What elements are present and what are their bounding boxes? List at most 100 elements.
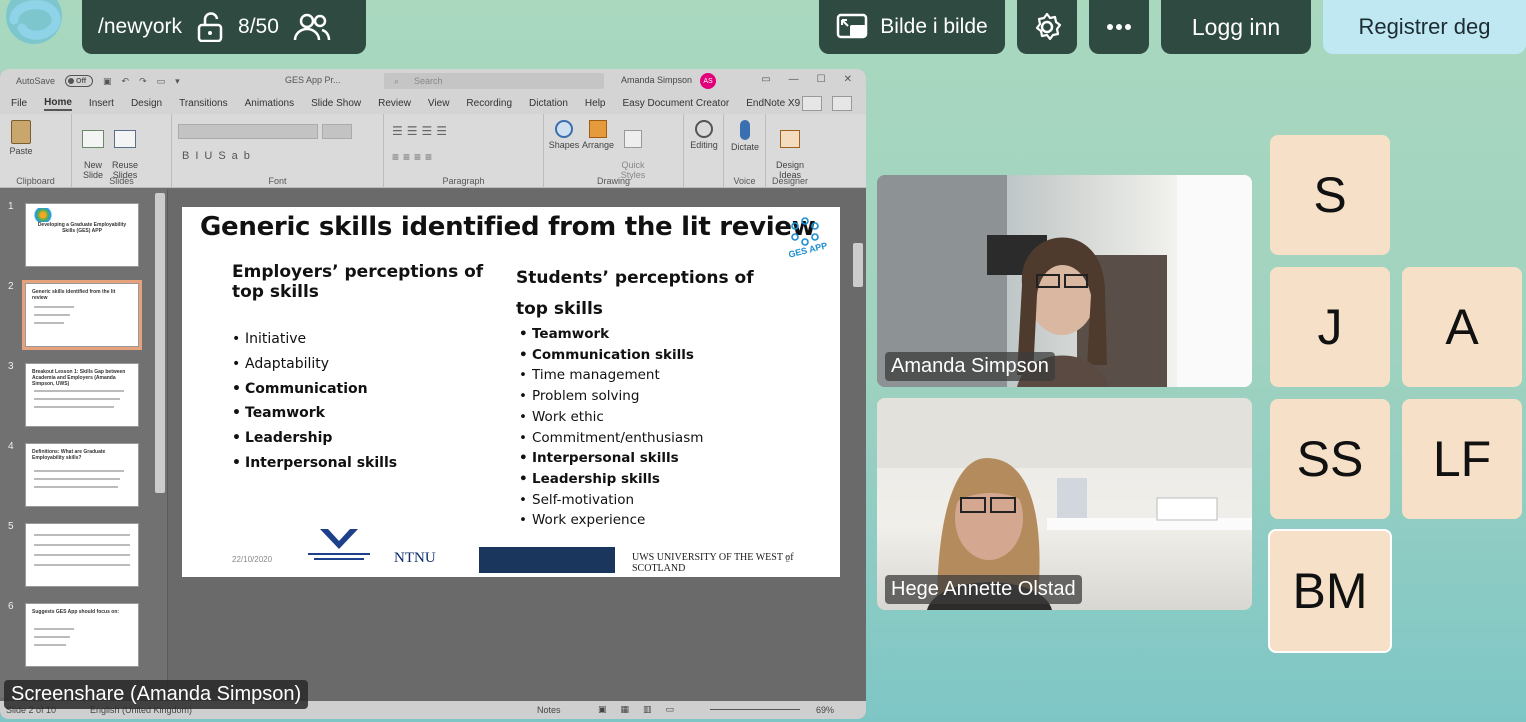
list-item: Leadership xyxy=(232,426,397,451)
pip-icon xyxy=(837,13,868,39)
thumb-text-line xyxy=(34,398,120,400)
present-icon[interactable]: ▭ xyxy=(157,76,166,87)
ribbon-group-editing: Editing xyxy=(684,114,724,188)
thumb-number: 3 xyxy=(8,361,14,372)
avatar-tile-ss[interactable]: SS xyxy=(1270,399,1390,519)
avatar-tile-a[interactable]: A xyxy=(1402,267,1522,387)
minimize-icon[interactable]: — xyxy=(789,74,799,85)
thumb-title: Generic skills identified from the lit r… xyxy=(32,289,116,301)
avatar-tile-bm[interactable]: BM xyxy=(1268,529,1392,653)
shapes-button[interactable]: Shapes xyxy=(548,120,580,150)
view-mode-icons[interactable]: ▣▦▥▭ xyxy=(598,704,688,715)
customize-icon[interactable]: ▾ xyxy=(175,76,180,87)
slide-thumbnail-5[interactable] xyxy=(25,523,139,587)
autosave-toggle[interactable]: Off xyxy=(65,75,94,87)
reuse-slides-button[interactable]: Reuse Slides xyxy=(110,120,140,180)
list-item: Time management xyxy=(519,365,703,386)
slide-thumbnail-2[interactable]: Generic skills identified from the lit r… xyxy=(22,280,142,350)
font-family-select[interactable] xyxy=(178,124,318,139)
menu-easy-document-creator[interactable]: Easy Document Creator xyxy=(623,98,730,109)
menu-insert[interactable]: Insert xyxy=(89,98,114,109)
settings-button[interactable] xyxy=(1017,0,1077,54)
dictate-button[interactable]: Dictate xyxy=(726,120,764,152)
design-ideas-button[interactable]: Design Ideas xyxy=(770,120,810,180)
quick-styles-button[interactable]: Quick Styles xyxy=(618,120,648,180)
menu-view[interactable]: View xyxy=(428,98,450,109)
drawing-group-label: Drawing xyxy=(596,176,630,186)
menu-design[interactable]: Design xyxy=(131,98,162,109)
slide-thumbnail-4[interactable]: Definitions: What are Graduate Employabi… xyxy=(25,443,139,507)
thumb-title: Developing a Graduate Employability Skil… xyxy=(37,222,127,234)
menu-endnote[interactable]: EndNote X9 xyxy=(746,98,800,109)
zoom-slider[interactable] xyxy=(710,709,800,710)
more-options-button[interactable] xyxy=(1089,0,1149,54)
thumb-number: 6 xyxy=(8,601,14,612)
share-icon[interactable] xyxy=(802,96,822,111)
students-skill-list: Teamwork Communication skills Time manag… xyxy=(519,324,703,531)
participants-icon[interactable] xyxy=(293,12,331,42)
avatar-tile-j[interactable]: J xyxy=(1270,267,1390,387)
menu-animations[interactable]: Animations xyxy=(245,98,294,109)
participant-name: Amanda Simpson xyxy=(885,352,1055,381)
list-item: Teamwork xyxy=(519,324,703,345)
menu-file[interactable]: File xyxy=(11,98,27,109)
redo-icon[interactable]: ↷ xyxy=(139,76,147,87)
slide-thumbnail-3[interactable]: Breakout Lesson 1: Skills Gap between Ac… xyxy=(25,363,139,427)
designer-group-label: Designer xyxy=(771,176,809,186)
menu-home[interactable]: Home xyxy=(44,97,72,111)
save-icon[interactable]: ▣ xyxy=(103,76,112,87)
video-tile-amanda[interactable]: Amanda Simpson xyxy=(877,175,1252,387)
close-icon[interactable]: ✕ xyxy=(844,74,852,85)
menu-review[interactable]: Review xyxy=(378,98,411,109)
undo-icon[interactable]: ↶ xyxy=(122,76,130,87)
autosave-state: Off xyxy=(76,77,87,85)
menu-slide-show[interactable]: Slide Show xyxy=(311,98,361,109)
arrange-label: Arrange xyxy=(581,140,615,150)
register-button[interactable]: Registrer deg xyxy=(1323,0,1526,54)
font-format-icons[interactable]: BIUSab xyxy=(182,150,256,162)
slide-thumbnail-1[interactable]: Developing a Graduate Employability Skil… xyxy=(25,203,139,267)
comments-icon[interactable] xyxy=(832,96,852,111)
slide-thumbnail-6[interactable]: Suggests GES App should focus on: xyxy=(25,603,139,667)
more-icon xyxy=(1107,24,1131,30)
menu-help[interactable]: Help xyxy=(585,98,606,109)
thumb-text-line xyxy=(34,478,120,480)
notes-button[interactable]: Notes xyxy=(537,705,561,715)
avatar-tile-lf[interactable]: LF xyxy=(1402,399,1522,519)
maximize-icon[interactable]: ☐ xyxy=(817,74,826,85)
thumbnail-scrollbar[interactable] xyxy=(155,193,165,493)
magnifier-icon xyxy=(695,120,713,138)
arrange-button[interactable]: Arrange xyxy=(580,120,616,150)
picture-in-picture-button[interactable]: Bilde i bilde xyxy=(819,0,1005,54)
ppt-user-avatar[interactable]: AS xyxy=(700,73,716,89)
login-button[interactable]: Logg inn xyxy=(1161,0,1311,54)
editing-button[interactable]: Editing xyxy=(686,120,722,150)
list-item: Leadership skills xyxy=(519,469,703,490)
list-format-icons[interactable]: ☰☰☰☰ xyxy=(392,124,451,138)
thumb-text-line xyxy=(34,306,74,308)
zoom-level[interactable]: 69% xyxy=(816,705,834,715)
font-size-select[interactable] xyxy=(322,124,352,139)
avatar-tile-s[interactable]: S xyxy=(1270,135,1390,255)
align-icons[interactable]: ≡≡≡≡ xyxy=(392,150,436,164)
menu-recording[interactable]: Recording xyxy=(466,98,512,109)
thumb-number: 2 xyxy=(8,281,14,292)
menu-dictation[interactable]: Dictation xyxy=(529,98,568,109)
screenshare-label: Screenshare (Amanda Simpson) xyxy=(4,680,309,709)
thumb-text-line xyxy=(34,322,64,324)
new-slide-icon xyxy=(82,130,104,148)
video-tile-hege[interactable]: Hege Annette Olstad xyxy=(877,398,1252,610)
paste-button[interactable]: Paste xyxy=(6,120,36,156)
unlock-icon[interactable] xyxy=(196,12,224,42)
register-label: Registrer deg xyxy=(1358,14,1491,39)
slide-thumbnail-pane[interactable]: 1 Developing a Graduate Employability Sk… xyxy=(0,189,168,697)
search-input[interactable]: ⌕ Search xyxy=(384,73,604,89)
room-name[interactable]: /newyork xyxy=(98,15,182,39)
menu-transitions[interactable]: Transitions xyxy=(179,98,228,109)
whereby-logo[interactable] xyxy=(0,0,72,52)
slide-scrollbar[interactable] xyxy=(853,243,863,287)
file-name[interactable]: GES App Pr... xyxy=(285,75,341,85)
new-slide-button[interactable]: New Slide xyxy=(78,120,108,180)
current-slide[interactable]: Generic skills identified from the lit r… xyxy=(182,207,840,577)
ribbon-display-icon[interactable]: ▭ xyxy=(761,74,770,85)
